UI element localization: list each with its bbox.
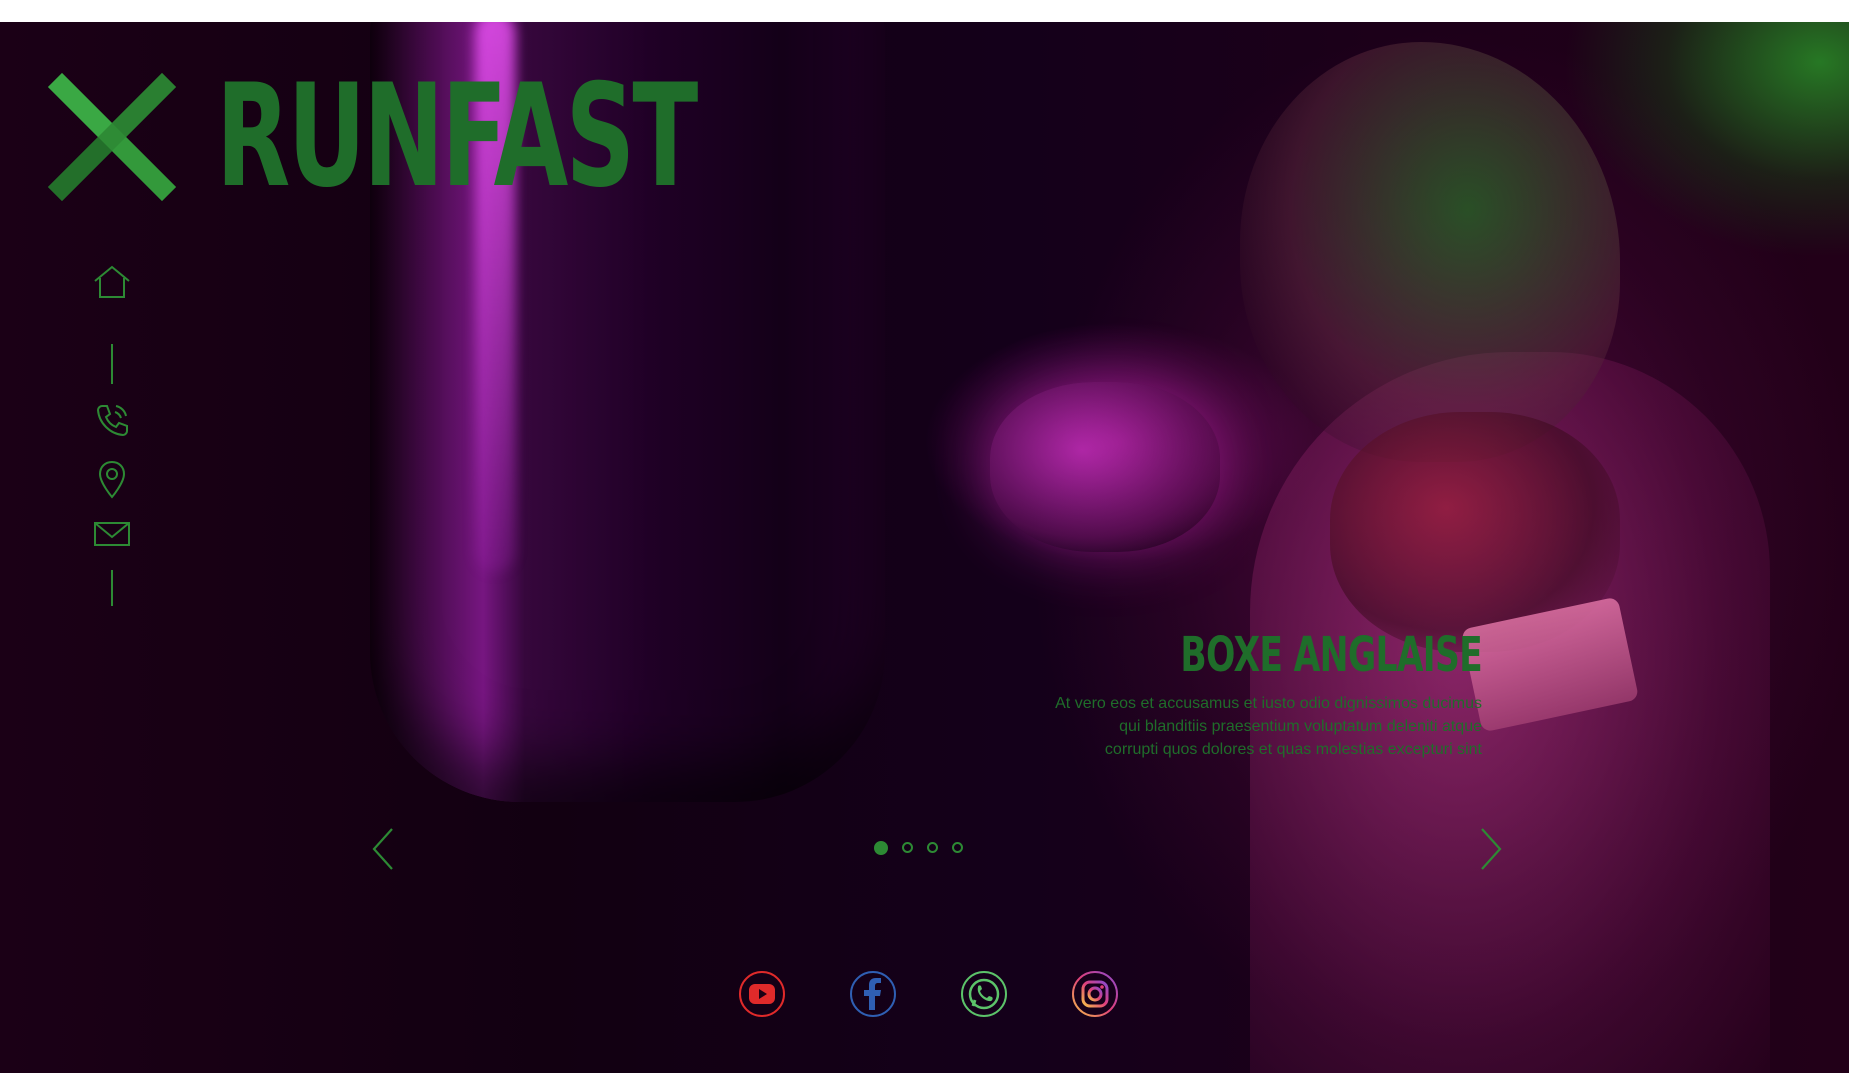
facebook-link[interactable]: [849, 970, 897, 1018]
slide-description: At vero eos et accusamus et iusto odio d…: [962, 692, 1482, 761]
phone-icon: [96, 405, 128, 437]
location-pin-icon: [98, 460, 126, 499]
nav-mail[interactable]: [88, 514, 136, 554]
slide-description-line: At vero eos et accusamus et iusto odio d…: [1055, 694, 1482, 712]
site-logo[interactable]: RUNFAST: [48, 66, 921, 208]
slider-dot-4[interactable]: [952, 842, 963, 853]
chevron-left-icon: [372, 828, 393, 870]
slider-dot-3[interactable]: [927, 842, 938, 853]
nav-divider: [111, 570, 113, 606]
nav-location[interactable]: [88, 459, 136, 499]
slider-dot-1[interactable]: [874, 840, 888, 855]
boxing-glove-left: [990, 382, 1220, 552]
facebook-icon: [850, 971, 896, 1017]
slider-dot-2[interactable]: [902, 842, 913, 853]
instagram-icon: [1072, 971, 1118, 1017]
slide-caption: BOXE ANGLAISE At vero eos et accusamus e…: [962, 627, 1483, 761]
youtube-link[interactable]: [738, 970, 786, 1018]
slider-prev-button[interactable]: [366, 827, 400, 871]
whatsapp-link[interactable]: [960, 970, 1008, 1018]
instagram-link[interactable]: [1071, 970, 1119, 1018]
brand-name: RUNFAST: [216, 54, 698, 219]
youtube-icon: [739, 971, 785, 1017]
boxer-head-image: [1240, 42, 1620, 462]
whatsapp-icon: [961, 971, 1007, 1017]
home-icon: [94, 265, 130, 298]
slider-pagination: [874, 840, 963, 855]
nav-phone[interactable]: [88, 400, 136, 440]
nav-home[interactable]: [88, 262, 136, 302]
chevron-right-icon: [1481, 828, 1502, 870]
x-logo-icon: [48, 73, 176, 201]
mail-icon: [94, 522, 130, 546]
slide-description-line: qui blanditiis praesentium voluptatum de…: [1119, 717, 1482, 735]
hero-slider: RUNFAST BOXE ANGLAISE At vero eos et acc…: [0, 22, 1849, 1073]
nav-divider: [111, 344, 113, 384]
slide-title: BOXE ANGLAISE: [1180, 627, 1482, 683]
slider-next-button[interactable]: [1474, 827, 1508, 871]
slide-description-line: corrupti quos dolores et quas molestias …: [1104, 740, 1482, 758]
